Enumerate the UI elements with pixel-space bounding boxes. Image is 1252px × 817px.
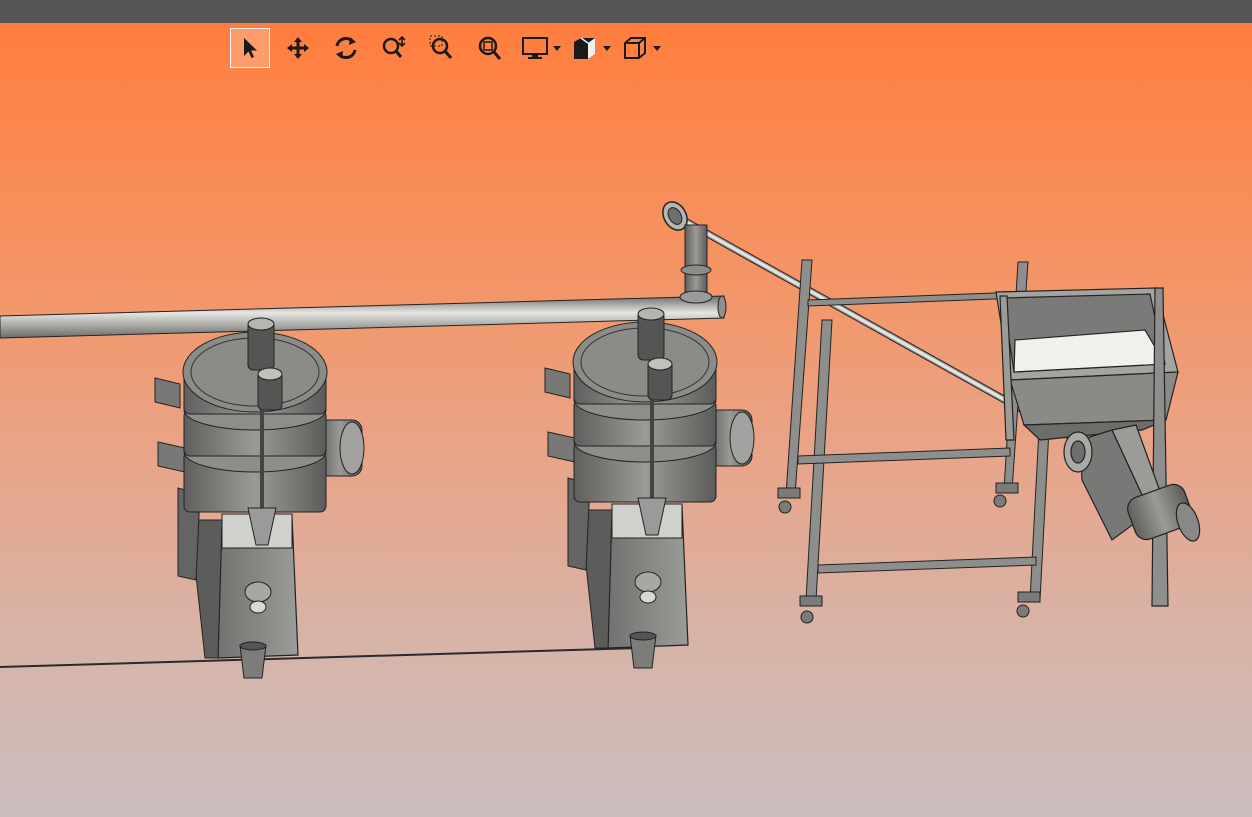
zoom-icon [382, 35, 406, 58]
pan-move-icon [287, 37, 309, 59]
rotate-tool-button[interactable] [326, 28, 366, 68]
pan-tool-button[interactable] [278, 28, 318, 68]
select-tool-button[interactable] [230, 28, 270, 68]
view-orientation-button[interactable] [618, 28, 652, 68]
view-cube-icon [624, 37, 646, 59]
hopper-outlet-motor [1063, 424, 1201, 542]
section-views-dropdown[interactable] [568, 28, 612, 68]
window-title-bar [0, 0, 1252, 23]
chevron-down-icon[interactable] [552, 43, 562, 53]
zoom-fit-icon [478, 36, 502, 60]
view-toolbar [230, 27, 668, 69]
zoom-tool-button[interactable] [374, 28, 414, 68]
chevron-down-icon[interactable] [602, 43, 612, 53]
select-arrow-icon [244, 38, 257, 58]
monitor-icon [522, 37, 548, 59]
oil-press-left [154, 317, 365, 679]
rotate-icon [335, 37, 357, 59]
section-cube-icon [574, 37, 595, 59]
oil-press-right [544, 307, 755, 669]
cad-model-scene[interactable] [0, 23, 1252, 817]
view-orientation-dropdown[interactable] [618, 28, 662, 68]
zoom-window-icon [429, 35, 453, 59]
zoom-window-tool-button[interactable] [422, 28, 462, 68]
display-mode-dropdown[interactable] [518, 28, 562, 68]
display-mode-button[interactable] [518, 28, 552, 68]
chevron-down-icon[interactable] [652, 43, 662, 53]
section-views-button[interactable] [568, 28, 602, 68]
floor-edge-line [0, 647, 641, 668]
3d-viewport[interactable] [0, 23, 1252, 817]
zoom-fit-tool-button[interactable] [470, 28, 510, 68]
